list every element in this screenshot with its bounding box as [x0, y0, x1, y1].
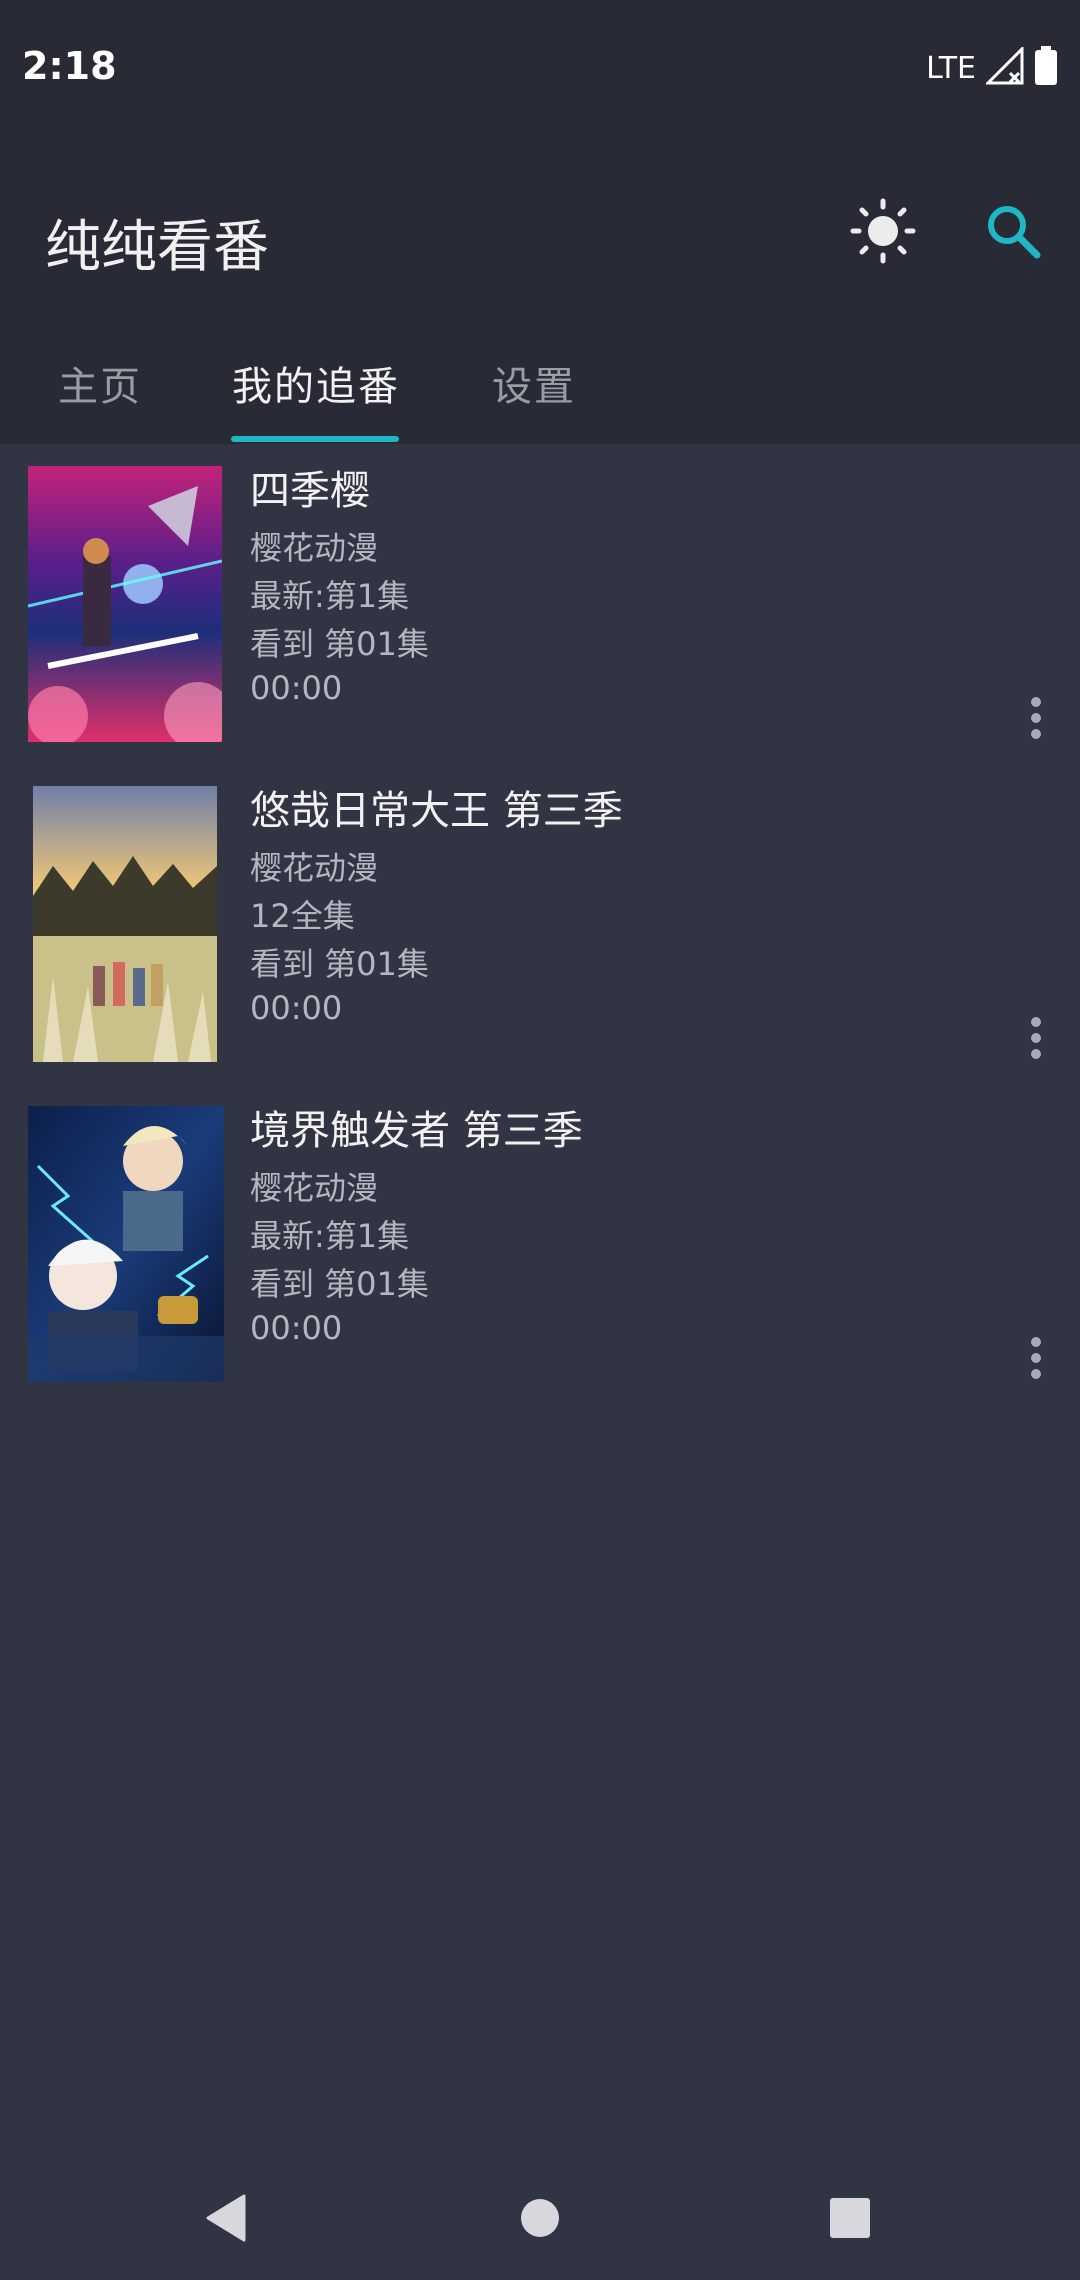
item-time: 00:00	[250, 1309, 343, 1347]
item-source: 樱花动漫	[250, 529, 379, 567]
cover-image	[28, 1106, 224, 1382]
item-time: 00:00	[250, 669, 343, 707]
tab-home[interactable]: 主页	[58, 354, 142, 412]
system-nav-bar	[0, 2160, 1080, 2280]
item-latest: 最新:第1集	[250, 577, 410, 615]
item-info: 境界触发者 第三季 樱花动漫 最新:第1集 看到 第01集 00:00	[250, 1104, 583, 1348]
list-item[interactable]: 悠哉日常大王 第三季 樱花动漫 12全集 看到 第01集 00:00	[0, 764, 1080, 1084]
item-info: 四季樱 樱花动漫 最新:第1集 看到 第01集 00:00	[250, 464, 429, 708]
item-latest: 最新:第1集	[250, 1217, 410, 1255]
nav-back-button[interactable]	[166, 2160, 286, 2280]
list-item[interactable]: 境界触发者 第三季 樱花动漫 最新:第1集 看到 第01集 00:00	[0, 1084, 1080, 1404]
theme-toggle-button[interactable]	[838, 188, 928, 278]
more-options-icon[interactable]	[1016, 1008, 1056, 1068]
cover-image	[33, 786, 217, 1062]
item-title: 四季樱	[250, 468, 370, 514]
status-time: 2:18	[22, 44, 117, 88]
tab-indicator	[231, 436, 399, 442]
item-progress: 看到 第01集	[250, 625, 429, 663]
nav-recents-button[interactable]	[790, 2160, 910, 2280]
nav-home-button[interactable]	[480, 2160, 600, 2280]
status-bar: 2:18 LTE	[0, 0, 1080, 140]
back-triangle-icon	[204, 2194, 248, 2246]
item-progress: 看到 第01集	[250, 1265, 429, 1303]
network-type: LTE	[926, 50, 976, 86]
search-icon	[983, 201, 1043, 265]
tab-settings[interactable]: 设置	[492, 354, 576, 412]
app-title: 纯纯看番	[45, 215, 269, 280]
recents-square-icon	[829, 2197, 871, 2243]
tab-my-follows[interactable]: 我的追番	[232, 354, 400, 412]
home-circle-icon	[519, 2197, 561, 2243]
item-source: 樱花动漫	[250, 849, 379, 887]
app-header: 2:18 LTE 纯纯看番 主页 我的追番 设置	[0, 0, 1080, 444]
item-title: 悠哉日常大王 第三季	[250, 788, 623, 834]
item-progress: 看到 第01集	[250, 945, 429, 983]
status-icons: LTE	[926, 45, 1058, 90]
tab-bar: 主页 我的追番 设置	[0, 340, 1080, 444]
signal-icon	[984, 45, 1024, 89]
item-title: 境界触发者 第三季	[250, 1108, 583, 1154]
item-time: 00:00	[250, 989, 343, 1027]
search-button[interactable]	[968, 188, 1058, 278]
item-source: 樱花动漫	[250, 1169, 379, 1207]
more-options-icon[interactable]	[1016, 688, 1056, 748]
item-info: 悠哉日常大王 第三季 樱花动漫 12全集 看到 第01集 00:00	[250, 784, 623, 1028]
battery-icon	[1034, 46, 1058, 90]
sun-icon	[849, 197, 917, 269]
cover-image	[28, 466, 222, 742]
more-options-icon[interactable]	[1016, 1328, 1056, 1388]
list-item[interactable]: 四季樱 樱花动漫 最新:第1集 看到 第01集 00:00	[0, 444, 1080, 764]
item-latest: 12全集	[250, 897, 355, 935]
